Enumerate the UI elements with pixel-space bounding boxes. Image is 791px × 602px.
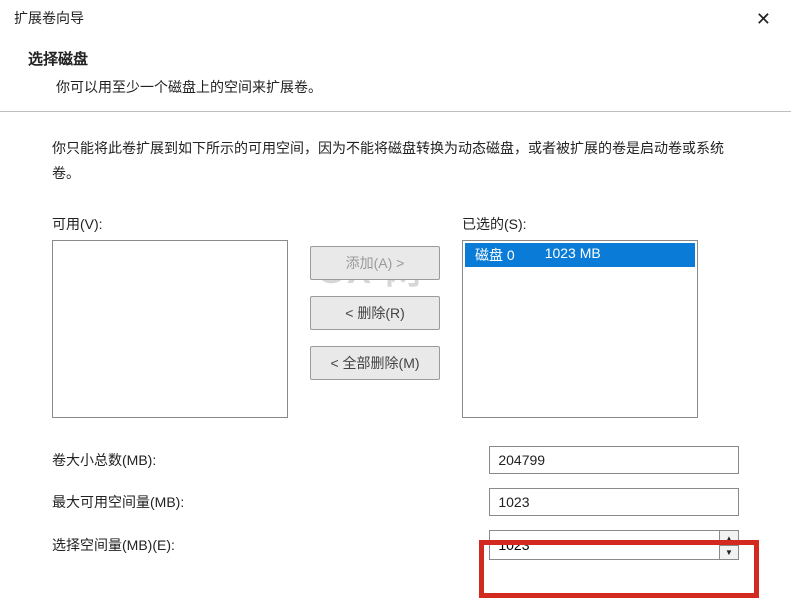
title-bar: 扩展卷向导 ✕	[0, 0, 791, 38]
max-space-label: 最大可用空间量(MB):	[52, 492, 489, 512]
select-space-spinner[interactable]: ▲ ▼	[489, 530, 739, 560]
wizard-content: 你只能将此卷扩展到如下所示的可用空间，因为不能将磁盘转换为动态磁盘，或者被扩展的…	[0, 112, 791, 582]
description-text: 你只能将此卷扩展到如下所示的可用空间，因为不能将磁盘转换为动态磁盘，或者被扩展的…	[52, 136, 739, 186]
add-button[interactable]: 添加(A) >	[310, 246, 440, 280]
spinner-buttons: ▲ ▼	[719, 530, 739, 560]
selected-listbox[interactable]: 磁盘 0 1023 MB	[462, 240, 698, 418]
available-listbox[interactable]	[52, 240, 288, 418]
available-column: 可用(V):	[52, 214, 288, 418]
max-space-value: 1023	[489, 488, 739, 516]
available-label: 可用(V):	[52, 214, 288, 234]
page-subtitle: 你可以用至少一个磁盘上的空间来扩展卷。	[28, 77, 763, 97]
transfer-buttons: GX 网 添加(A) > < 删除(R) < 全部删除(M)	[310, 214, 440, 380]
total-size-value: 204799	[489, 446, 739, 474]
select-space-row: 选择空间量(MB)(E): ▲ ▼	[52, 530, 739, 560]
disk-name: 磁盘 0	[475, 245, 515, 265]
selected-label: 已选的(S):	[462, 214, 698, 234]
select-space-label: 选择空间量(MB)(E):	[52, 535, 489, 555]
page-title: 选择磁盘	[28, 48, 763, 69]
size-fields: 卷大小总数(MB): 204799 最大可用空间量(MB): 1023 选择空间…	[52, 446, 739, 560]
remove-all-button[interactable]: < 全部删除(M)	[310, 346, 440, 380]
total-size-row: 卷大小总数(MB): 204799	[52, 446, 739, 474]
window-title: 扩展卷向导	[14, 8, 84, 28]
wizard-header: 选择磁盘 你可以用至少一个磁盘上的空间来扩展卷。	[0, 38, 791, 111]
close-icon[interactable]: ✕	[748, 8, 779, 30]
disk-size: 1023 MB	[545, 245, 601, 265]
total-size-label: 卷大小总数(MB):	[52, 450, 489, 470]
selected-column: 已选的(S): 磁盘 0 1023 MB	[462, 214, 698, 418]
list-item[interactable]: 磁盘 0 1023 MB	[465, 243, 695, 267]
spin-up-icon[interactable]: ▲	[720, 531, 738, 546]
disk-lists-row: 可用(V): GX 网 添加(A) > < 删除(R) < 全部删除(M) 已选…	[52, 214, 739, 418]
remove-button[interactable]: < 删除(R)	[310, 296, 440, 330]
max-space-row: 最大可用空间量(MB): 1023	[52, 488, 739, 516]
spin-down-icon[interactable]: ▼	[720, 546, 738, 560]
select-space-input[interactable]	[489, 530, 719, 560]
